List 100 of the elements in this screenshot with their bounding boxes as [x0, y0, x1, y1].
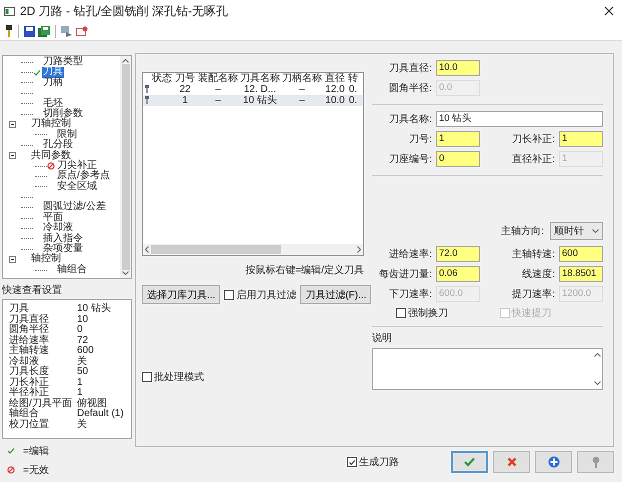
scroll-right-icon[interactable]	[357, 246, 361, 253]
window-delete-icon[interactable]	[76, 26, 88, 36]
scroll-up-icon[interactable]	[594, 353, 600, 357]
direction-dropdown[interactable]: 顺时针	[550, 222, 603, 240]
view-icon[interactable]	[61, 26, 73, 36]
checkbox-label: 快速提刀	[512, 306, 552, 320]
tool-icon	[145, 96, 149, 104]
invalid-icon	[7, 466, 15, 474]
field-label: 进给速率:	[388, 248, 432, 261]
window-title: 2D 刀路 - 钻孔/全圆铣削 深孔钻-无啄孔	[20, 2, 228, 20]
table-row[interactable]: 1 – 10 钻头 – 10.0 0.	[143, 95, 363, 106]
tree-item[interactable]: 原点/参考点	[56, 171, 111, 182]
column-header[interactable]: 直径	[323, 73, 347, 84]
input-field[interactable]: 1	[559, 131, 603, 147]
setting-name: 刀具直径	[9, 314, 50, 324]
checkbox[interactable]	[347, 457, 357, 467]
notes-field[interactable]	[372, 348, 603, 390]
field-label: 直径补正:	[511, 152, 555, 166]
expander-icon[interactable]	[9, 256, 16, 264]
scrollbar-thumb[interactable]	[151, 245, 281, 254]
cancel-button[interactable]	[493, 451, 530, 473]
save-icon[interactable]	[24, 26, 35, 36]
tree-item[interactable]: 限制	[56, 130, 78, 140]
field-label: 刀座编号:	[388, 152, 432, 166]
setting-value: 600	[77, 346, 95, 356]
checkbox[interactable]	[142, 372, 152, 382]
section-title: 快速查看设置	[2, 284, 63, 297]
legend-text: =无效	[23, 464, 49, 477]
add-button[interactable]	[535, 451, 572, 473]
ok-button[interactable]	[451, 451, 488, 473]
setting-name: 绘图/刀具平面	[9, 398, 73, 408]
filter-button[interactable]: 刀具过滤(F)...	[300, 285, 372, 304]
table-cell-text: 12.0	[324, 84, 346, 95]
setting-name: 圆角半径	[9, 325, 50, 335]
input-field[interactable]: 72.0	[436, 246, 480, 262]
column-header[interactable]: 转	[347, 73, 359, 84]
tree-item[interactable]: 共同参数	[30, 150, 72, 161]
tree-item[interactable]: 刀路类型	[42, 57, 84, 68]
checkbox-label: 批处理模式	[154, 370, 204, 384]
save-all-icon[interactable]	[38, 26, 50, 36]
tree-item[interactable]: 孔分段	[42, 140, 74, 151]
input-field[interactable]: 0.06	[436, 266, 480, 282]
setting-name: 冷却液	[9, 356, 40, 366]
setting-name: 半径补正	[9, 388, 50, 398]
tree-item[interactable]: 刀柄	[42, 78, 64, 88]
field-label: 圆角半径:	[388, 82, 432, 95]
tree-item[interactable]: 刀轴控制	[30, 119, 72, 130]
scrollbar-thumb[interactable]	[122, 64, 130, 270]
field-label: 刀具直径:	[388, 62, 432, 75]
cross-icon	[506, 457, 516, 467]
setting-value: Default (1)	[77, 409, 125, 419]
select-library-button[interactable]: 选择刀库刀具...	[142, 285, 220, 304]
field-label: 线速度:	[521, 268, 555, 281]
setting-value: 0	[77, 325, 84, 336]
scroll-down-icon[interactable]	[594, 381, 600, 385]
setting-value: 1	[77, 378, 84, 388]
table-cell-text: 0.	[348, 84, 358, 95]
setting-name: 刀长补正	[9, 378, 50, 388]
input-field[interactable]: 10 钻头	[436, 111, 603, 127]
tree-item[interactable]: 毛坯	[42, 98, 64, 109]
input-field[interactable]: 18.8501	[559, 266, 603, 282]
checkbox-label: 生成刀路	[359, 456, 399, 469]
table-cell-text: 22	[178, 84, 192, 95]
column-header[interactable]: 状态	[151, 73, 173, 84]
column-header[interactable]: 刀具名称	[239, 73, 281, 84]
setting-name: 刀具	[9, 304, 29, 314]
caret-icon[interactable]	[592, 229, 599, 233]
expander-icon[interactable]	[9, 152, 16, 160]
pin-icon	[592, 456, 600, 468]
input-field[interactable]: 600	[559, 246, 603, 262]
field-label: 下刀速率:	[388, 288, 432, 301]
field-label: 主轴方向:	[501, 224, 544, 238]
setting-name: 轴组合	[9, 409, 39, 419]
setting-value: 10	[77, 314, 90, 325]
setting-name: 刀具长度	[9, 367, 50, 377]
input-field[interactable]: 10.0	[436, 60, 480, 76]
checkbox[interactable]	[224, 290, 234, 300]
input-field[interactable]: 1	[436, 131, 480, 147]
tree-item[interactable]: 冷却液	[42, 223, 74, 234]
checkbox[interactable]	[396, 308, 406, 318]
scroll-down-icon[interactable]	[122, 271, 129, 275]
column-header[interactable]: 刀柄名称	[281, 73, 323, 84]
expander-icon[interactable]	[9, 121, 16, 128]
tree-item[interactable]: 轴组合	[56, 264, 88, 276]
setting-name: 主轴转速	[9, 346, 50, 356]
column-header[interactable]: 装配名称	[197, 73, 239, 84]
table-cell-text: 10 钻头	[242, 95, 278, 106]
table-cell-text: 0.	[348, 95, 358, 106]
tree-item[interactable]: 轴控制	[30, 254, 62, 265]
tool-icon[interactable]	[5, 25, 13, 37]
check-icon	[464, 457, 475, 467]
input-field[interactable]: 0	[436, 151, 480, 167]
tree-item[interactable]: 圆弧过滤/公差	[42, 202, 107, 213]
scroll-up-icon[interactable]	[122, 59, 129, 63]
table-row[interactable]: 22 – 12. D... – 12.0 0.	[143, 84, 363, 95]
column-header[interactable]: 刀号	[173, 73, 197, 84]
table-cell-text: 10.0	[324, 95, 346, 106]
setting-name: 进给速率	[9, 336, 50, 346]
tree-item[interactable]: 安全区域	[56, 182, 98, 192]
scroll-left-icon[interactable]	[145, 246, 149, 253]
